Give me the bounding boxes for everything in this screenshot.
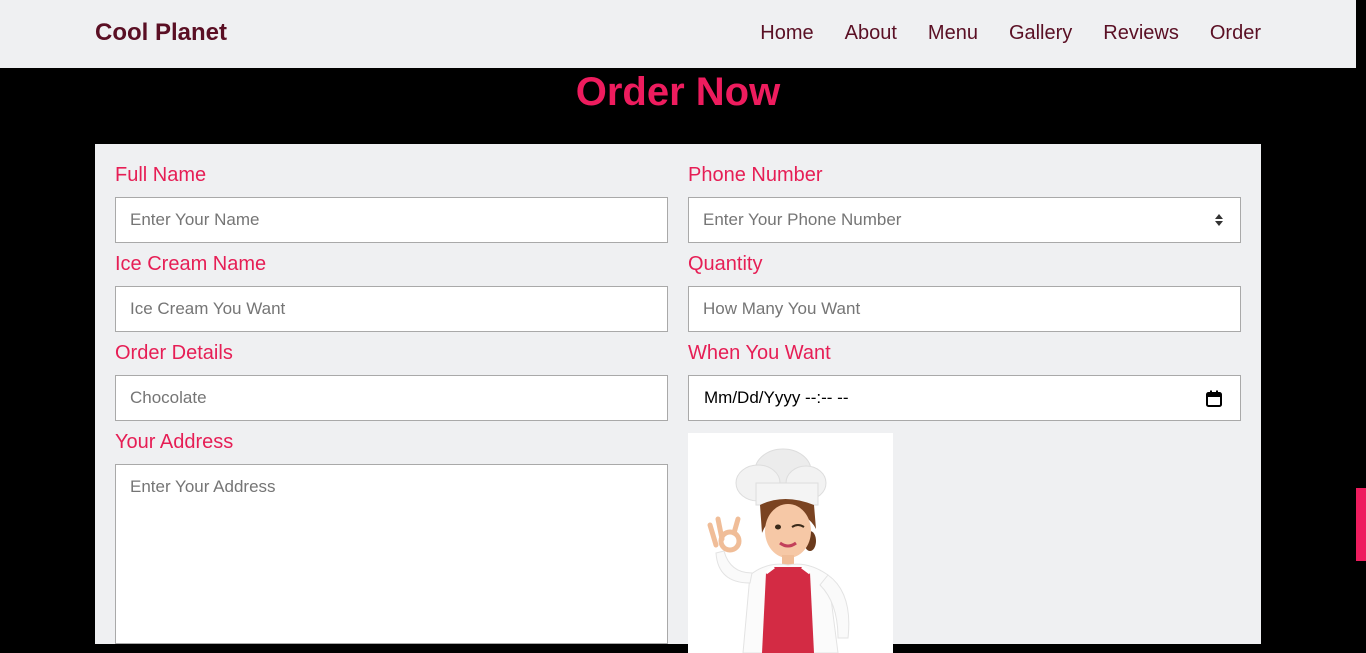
phone-field-wrapper <box>688 197 1241 243</box>
when-label: When You Want <box>688 342 831 364</box>
ice-cream-input[interactable] <box>115 286 668 332</box>
datetime-value: Mm/Dd/Yyyy --:-- -- <box>704 388 849 407</box>
nav-link-home[interactable]: Home <box>760 22 813 45</box>
nav-link-about[interactable]: About <box>845 22 897 45</box>
nav-link-reviews[interactable]: Reviews <box>1103 22 1179 45</box>
quantity-input[interactable] <box>688 286 1241 332</box>
address-label: Your Address <box>115 431 234 453</box>
number-spinner-icon[interactable] <box>1213 211 1225 229</box>
phone-input[interactable] <box>688 197 1241 243</box>
order-details-input[interactable] <box>115 375 668 421</box>
nav-link-menu[interactable]: Menu <box>928 22 978 45</box>
nav-link-order[interactable]: Order <box>1210 22 1261 45</box>
order-form: Full Name Phone Number Ice Cream Name Qu… <box>95 144 1261 653</box>
nav-links: Home About Menu Gallery Reviews Order <box>760 22 1261 45</box>
nav-link-gallery[interactable]: Gallery <box>1009 22 1072 45</box>
navbar: Cool Planet Home About Menu Gallery Revi… <box>0 0 1356 68</box>
calendar-icon[interactable] <box>1206 390 1222 407</box>
brand-logo[interactable]: Cool Planet <box>95 19 227 47</box>
address-textarea[interactable] <box>115 464 668 644</box>
phone-label: Phone Number <box>688 164 823 186</box>
ice-cream-label: Ice Cream Name <box>115 253 267 275</box>
datetime-input[interactable]: Mm/Dd/Yyyy --:-- -- <box>688 375 1241 421</box>
page-title: Order Now <box>575 70 781 114</box>
full-name-label: Full Name <box>115 164 207 186</box>
full-name-input[interactable] <box>115 197 668 243</box>
chef-illustration <box>688 433 893 653</box>
quantity-label: Quantity <box>688 253 763 275</box>
scrollbar-thumb[interactable] <box>1356 488 1366 561</box>
order-details-label: Order Details <box>115 342 233 364</box>
